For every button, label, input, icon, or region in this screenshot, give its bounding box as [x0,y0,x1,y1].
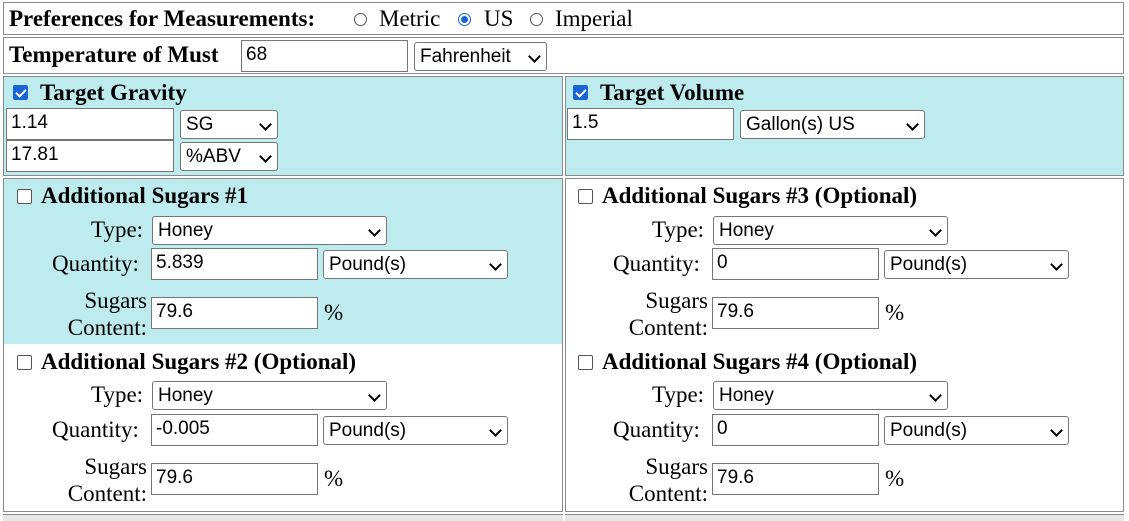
gravity-input[interactable]: 1.14 [6,108,174,140]
target-gravity-label: Target Gravity [40,80,187,105]
chevron-down-icon [528,50,541,63]
sugars-2-content-label: Sugars Content: [0,453,147,507]
temperature-unit-value: Fahrenheit [420,46,511,67]
sugars-3-content-input[interactable]: 79.6 [712,297,879,329]
sugars-4-checkbox[interactable] [578,355,593,370]
volume-unit-select[interactable]: Gallon(s) US [740,110,925,139]
sugars-1-content-input[interactable]: 79.6 [151,297,318,329]
sugars-label-line2: Content: [628,481,708,506]
sugars-3-quantity-unit-select[interactable]: Pound(s) [884,250,1069,279]
sugars-1-title: Additional Sugars #1 [41,183,249,208]
sugars-label-line2: Content: [628,315,708,340]
gravity-unit-value: SG [186,114,214,135]
sugars-4-quantity-unit-value: Pound(s) [890,420,968,441]
sugars-label-line1: Sugars [645,454,708,479]
sugars-1-type-label: Type: [91,217,144,242]
sugars-3-quantity-label: Quantity: [613,251,700,276]
sugars-2-checkbox[interactable] [17,355,32,370]
sugars-3-content-label: Sugars Content: [558,287,708,341]
sugars-1-quantity-label: Quantity: [52,251,139,276]
sugars-1-checkbox[interactable] [17,189,32,204]
chevron-down-icon [368,389,381,402]
sugars-2-type-label: Type: [91,382,144,407]
chevron-down-icon [368,224,381,237]
sugars-label-line1: Sugars [84,454,147,479]
chevron-down-icon [906,118,919,131]
sugars-2-type-select[interactable]: Honey [152,381,387,410]
preferences-label: Preferences for Measurements: [9,6,316,31]
sugars-3-type-value: Honey [719,220,774,241]
chevron-down-icon [259,150,272,163]
sugars-2-type-value: Honey [158,385,213,406]
target-volume-checkbox[interactable] [573,85,588,100]
chevron-down-icon [489,424,502,437]
sugars-1-quantity-unit-value: Pound(s) [329,254,407,275]
metric-radio[interactable] [354,13,367,26]
volume-unit-value: Gallon(s) US [746,114,855,135]
sugars-1-type-value: Honey [158,220,213,241]
sugars-3-percent: % [885,300,905,325]
sugars-1-percent: % [324,300,344,325]
sugars-4-title: Additional Sugars #4 (Optional) [602,349,918,374]
sugars-4-content-input[interactable]: 79.6 [712,463,879,495]
chevron-down-icon [929,389,942,402]
sugars-3-quantity-unit-value: Pound(s) [890,254,968,275]
sugars-1-type-select[interactable]: Honey [152,216,387,245]
abv-input[interactable]: 17.81 [6,140,174,172]
chevron-down-icon [489,258,502,271]
sugars-1-quantity-unit-select[interactable]: Pound(s) [323,250,508,279]
sugars-2-content-input[interactable]: 79.6 [151,463,318,495]
temperature-unit-select[interactable]: Fahrenheit [414,42,547,71]
sugars-2-quantity-unit-value: Pound(s) [329,420,407,441]
imperial-radio[interactable] [530,13,543,26]
abv-unit-select[interactable]: %ABV [180,142,278,171]
sugars-2-title: Additional Sugars #2 (Optional) [41,349,357,374]
sugars-4-quantity-input[interactable]: 0 [712,414,879,446]
sugars-3-title: Additional Sugars #3 (Optional) [602,183,918,208]
sugars-2-quantity-unit-select[interactable]: Pound(s) [323,416,508,445]
sugars-3-checkbox[interactable] [578,189,593,204]
sugars-1-quantity-input[interactable]: 5.839 [151,248,318,280]
chevron-down-icon [259,118,272,131]
sugars-4-type-select[interactable]: Honey [713,381,948,410]
abv-unit-value: %ABV [186,146,241,167]
sugars-3-quantity-input[interactable]: 0 [712,248,879,280]
sugars-2-percent: % [324,466,344,491]
volume-input[interactable]: 1.5 [567,108,734,140]
sugars-3-type-label: Type: [652,217,705,242]
sugars-4-quantity-unit-select[interactable]: Pound(s) [884,416,1069,445]
temperature-input[interactable]: 68 [241,40,408,72]
sugars-label-line1: Sugars [645,288,708,313]
sugars-label-line2: Content: [67,315,147,340]
sugars-4-content-label: Sugars Content: [558,453,708,507]
sugars-2-quantity-input[interactable]: -0.005 [151,414,318,446]
us-label[interactable]: US [484,6,513,32]
gravity-unit-select[interactable]: SG [180,110,278,139]
target-gravity-checkbox[interactable] [13,85,28,100]
sugars-1-content-label: Sugars Content: [0,287,147,341]
chevron-down-icon [929,224,942,237]
target-volume-label: Target Volume [600,80,745,105]
sugars-label-line2: Content: [67,481,147,506]
sugars-4-percent: % [885,466,905,491]
chevron-down-icon [1050,258,1063,271]
sugars-4-quantity-label: Quantity: [613,417,700,442]
imperial-label[interactable]: Imperial [555,6,633,32]
us-radio[interactable] [458,13,471,26]
sugars-4-type-label: Type: [652,382,705,407]
sugars-4-type-value: Honey [719,385,774,406]
metric-label[interactable]: Metric [379,6,440,32]
sugars-2-quantity-label: Quantity: [52,417,139,442]
sugars-label-line1: Sugars [84,288,147,313]
temperature-label: Temperature of Must [9,42,219,67]
chevron-down-icon [1050,424,1063,437]
sugars-3-type-select[interactable]: Honey [713,216,948,245]
